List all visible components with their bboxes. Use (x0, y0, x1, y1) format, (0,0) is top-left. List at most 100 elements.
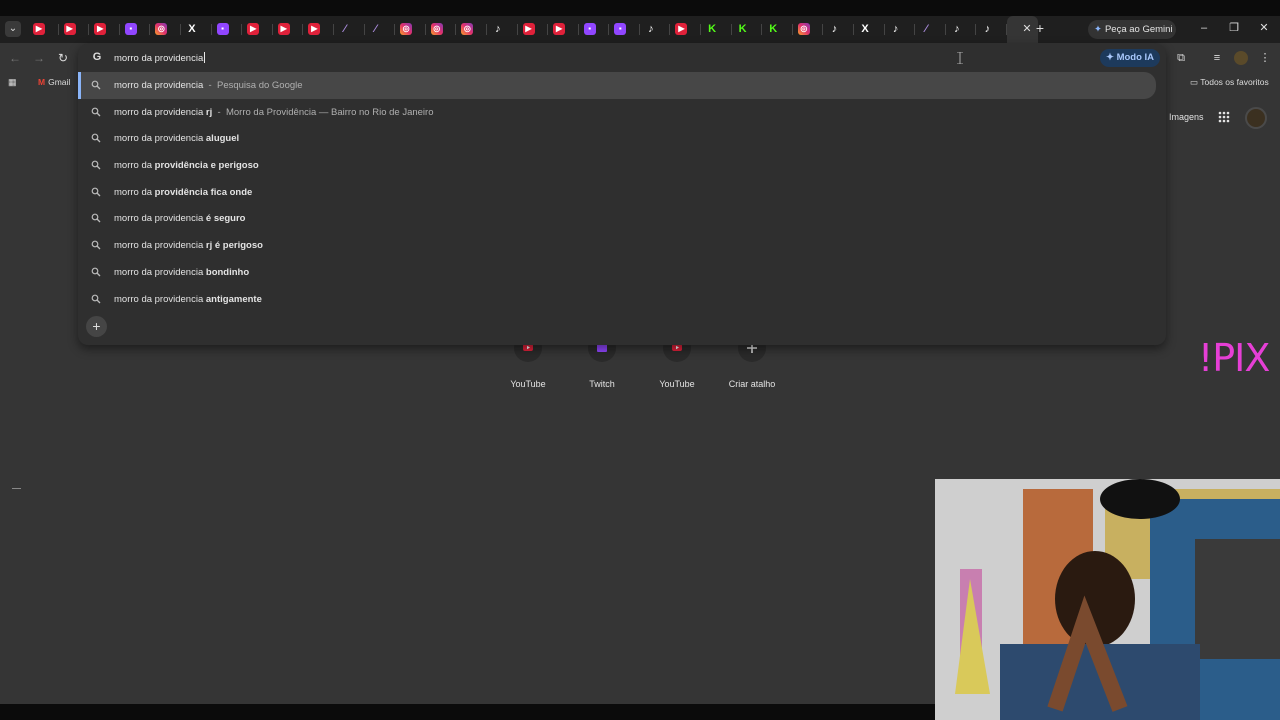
omnibox-dropdown: G morro da providencia ✦ Modo IA morro d… (78, 43, 1166, 345)
suggestion-row[interactable]: morro da providencia bondinho (78, 259, 1166, 286)
tab-item[interactable]: ▶ (518, 16, 549, 43)
tab-item[interactable]: ▪ (609, 16, 640, 43)
suggestion-text: morro da providencia rj é perigoso (114, 240, 263, 251)
feather-icon: ⁄ (925, 23, 928, 35)
ai-mode-button[interactable]: ✦ Modo IA (1100, 49, 1160, 67)
tab-item[interactable]: ▶ (670, 16, 702, 43)
bookmark-gmail-label: Gmail (48, 77, 71, 87)
minimize-icon[interactable]: – (1197, 21, 1211, 35)
suggestion-row[interactable]: morro da providencia rj é perigoso (78, 232, 1166, 259)
tab-item[interactable]: ♪ (640, 16, 671, 43)
tab-item[interactable]: ▶ (59, 16, 90, 43)
tab-item[interactable]: ▶ (548, 16, 579, 43)
suggestion-prefix: morro da providencia (114, 213, 206, 225)
tab-item[interactable]: ◎ (395, 16, 426, 43)
webcam-image (935, 479, 1280, 720)
tab-item[interactable]: ▶ (242, 16, 273, 43)
omnibox-text[interactable]: morro da providencia (114, 52, 206, 64)
close-window-icon[interactable]: ✕ (1257, 21, 1271, 35)
tab-item[interactable]: ⁄ (365, 16, 396, 43)
profile-avatar[interactable] (1234, 51, 1248, 65)
tab-item[interactable]: K (732, 16, 763, 43)
google-apps-icon[interactable] (1218, 111, 1230, 123)
suggestion-prefix: morro da providencia (114, 106, 206, 118)
menu-kebab-icon[interactable]: ⋮ (1257, 50, 1273, 66)
tab-item[interactable]: ▪ (579, 16, 610, 43)
suggestion-row[interactable]: morro da providencia aluguel (78, 125, 1166, 152)
ask-gemini-button[interactable]: ✦ Peça ao Gemini (1088, 20, 1176, 39)
suggestion-row[interactable]: morro da providencia antigamente (78, 286, 1166, 313)
twitch-icon: ▪ (583, 23, 596, 35)
tab-item[interactable]: ◎ (456, 16, 487, 43)
suggestion-row[interactable]: morro da providencia é seguro (78, 205, 1166, 232)
search-icon (91, 80, 101, 90)
tab-item[interactable]: ⁄ (915, 16, 946, 43)
reload-icon[interactable]: ↻ (55, 50, 71, 66)
twitch-icon: ▪ (124, 23, 137, 35)
tab-item[interactable]: ⁄ (334, 16, 365, 43)
google-account-avatar[interactable] (1245, 107, 1267, 129)
tab-item[interactable]: ◎ (426, 16, 457, 43)
search-icon (91, 160, 101, 170)
suggestion-separator: - (203, 80, 217, 91)
tab-item[interactable]: ◎ (793, 16, 824, 43)
new-tab-plus-icon[interactable]: + (1032, 21, 1048, 37)
tab-item[interactable]: ▶ (89, 16, 120, 43)
twitch-icon: ▪ (614, 23, 627, 35)
add-context-plus-icon[interactable]: + (86, 316, 107, 337)
youtube-icon: ▶ (553, 23, 566, 35)
suggestion-text: morro da providência fica onde (114, 187, 252, 198)
extensions-puzzle-icon[interactable]: ⧉ (1173, 50, 1189, 66)
all-bookmarks-folder[interactable]: ▭ Todos os favoritos (1190, 77, 1269, 88)
tab-item[interactable]: ♪ (487, 16, 518, 43)
tab-item[interactable]: ♪ (976, 16, 1007, 43)
media-controls-icon[interactable]: ≡ (1209, 50, 1225, 66)
apps-grid-icon[interactable]: ▦ (8, 77, 17, 88)
tab-item[interactable]: ▶ (303, 16, 334, 43)
shortcut-label: YouTube (659, 379, 695, 389)
youtube-icon: ▶ (522, 23, 535, 35)
tab-item[interactable]: ♪ (823, 16, 855, 43)
suggestion-completion: providência e perigoso (154, 160, 259, 172)
tab-item[interactable]: ♪ (885, 16, 916, 43)
suggestion-text: morro da providencia - Pesquisa do Googl… (114, 80, 303, 91)
tab-item[interactable]: ▪ (120, 16, 151, 43)
tab-item[interactable]: X (854, 16, 885, 43)
omnibox-input[interactable]: G morro da providencia ✦ Modo IA (78, 43, 1166, 73)
tab-item[interactable]: X (181, 16, 212, 43)
ai-mode-label: Modo IA (1116, 52, 1155, 63)
suggestion-row[interactable]: morro da providencia rj - Morro da Provi… (78, 99, 1166, 126)
suggestion-separator: - (212, 106, 226, 118)
bookmark-gmail[interactable]: M Gmail (38, 77, 70, 87)
tab-item[interactable]: ▪ (212, 16, 243, 43)
suggestion-text: morro da providencia bondinho (114, 267, 249, 278)
tiktok-icon: ♪ (648, 23, 654, 35)
shortcut-label: YouTube (510, 379, 546, 389)
suggestion-description: Morro da Providência — Bairro no Rio de … (225, 106, 434, 118)
text-caret (204, 52, 206, 63)
gemini-sparkle-icon: ✦ (1094, 24, 1102, 35)
close-tab-icon[interactable]: ✕ (1022, 22, 1031, 35)
tab-item[interactable]: K (701, 16, 732, 43)
suggestion-completion: providência fica onde (154, 186, 253, 198)
tiktok-icon: ♪ (954, 23, 960, 35)
tab-item[interactable]: ▶ (28, 16, 59, 43)
back-arrow-icon[interactable]: ← (7, 50, 23, 66)
suggestion-row[interactable]: morro da providência fica onde (78, 179, 1166, 206)
instagram-icon: ◎ (797, 23, 810, 35)
tab-item[interactable]: K (762, 16, 793, 43)
suggestion-text: morro da providência e perigoso (114, 160, 259, 171)
tab-search-chevron-down-icon[interactable]: ⌄ (5, 21, 21, 37)
suggestion-row[interactable]: morro da providencia - Pesquisa do Googl… (78, 72, 1156, 99)
tab-item[interactable]: ▶ (273, 16, 304, 43)
suggestion-text: morro da providencia aluguel (114, 133, 239, 144)
forward-arrow-icon[interactable]: → (31, 50, 47, 66)
tab-item[interactable]: ♪ (946, 16, 977, 43)
tab-item[interactable]: ◎ (150, 16, 181, 43)
tiktok-icon: ♪ (831, 23, 838, 35)
suggestion-row[interactable]: morro da providência e perigoso (78, 152, 1166, 179)
instagram-icon: ◎ (430, 23, 443, 35)
suggestion-prefix: morro da (114, 186, 155, 198)
restore-window-icon[interactable]: ❐ (1227, 21, 1241, 35)
images-link[interactable]: Imagens (1169, 112, 1204, 122)
